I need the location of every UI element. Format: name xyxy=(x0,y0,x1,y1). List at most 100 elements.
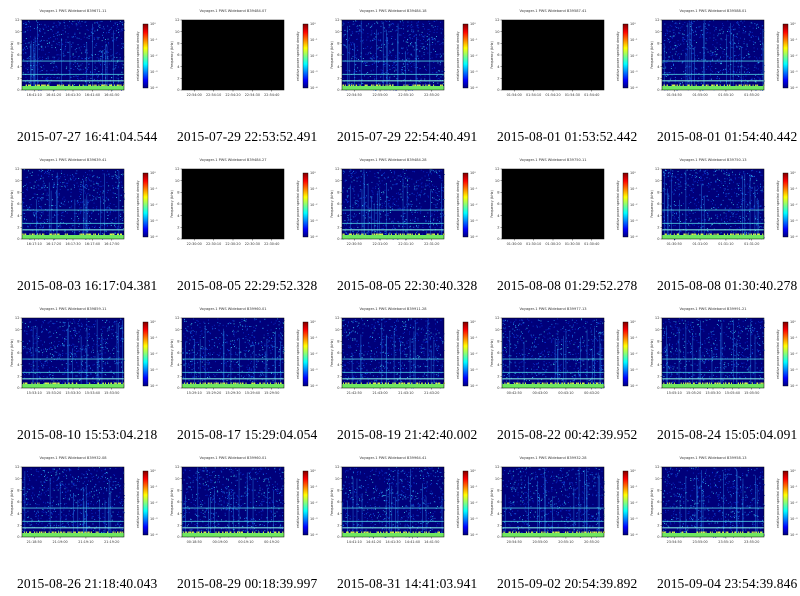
noise-speck xyxy=(429,169,431,171)
noise-speck xyxy=(53,77,55,78)
noise-speck xyxy=(33,193,35,195)
noise-speck xyxy=(401,69,403,70)
noise-speck xyxy=(728,30,730,32)
noise-speck xyxy=(115,30,117,32)
noise-speck xyxy=(111,77,112,78)
noise-speck xyxy=(39,56,41,58)
band-speck xyxy=(434,233,435,235)
noise-speck xyxy=(59,54,61,56)
noise-speck xyxy=(734,72,735,74)
noise-speck xyxy=(369,26,371,28)
noise-speck xyxy=(703,203,704,205)
noise-speck xyxy=(757,76,759,78)
noise-speck xyxy=(33,185,35,187)
noise-speck xyxy=(694,177,696,179)
noise-speck xyxy=(360,176,362,178)
noise-speck xyxy=(700,176,702,178)
noise-speck xyxy=(375,187,376,189)
noise-speck xyxy=(750,207,752,209)
noise-speck xyxy=(670,205,672,207)
spectrogram-svg: Voyager-1 PWS Wideband B39588.0102468101… xyxy=(650,9,798,97)
noise-speck xyxy=(347,201,349,203)
noise-speck xyxy=(108,173,110,175)
noise-speck xyxy=(380,221,382,223)
noise-speck xyxy=(391,172,392,173)
noise-speck xyxy=(398,226,400,228)
noise-speck xyxy=(409,226,411,228)
noise-speck xyxy=(734,221,736,222)
noise-speck xyxy=(683,76,685,78)
noise-speck xyxy=(434,230,436,232)
noise-speck xyxy=(761,189,763,191)
burst-line xyxy=(34,52,35,90)
noise-speck xyxy=(53,26,54,28)
burst-line xyxy=(48,182,50,239)
noise-speck xyxy=(757,59,759,61)
band-speck xyxy=(437,233,439,235)
noise-speck xyxy=(372,191,374,193)
noise-speck xyxy=(432,170,434,172)
noise-speck xyxy=(355,63,357,65)
noise-speck xyxy=(52,179,53,180)
noise-speck xyxy=(429,172,431,174)
noise-speck xyxy=(410,205,412,207)
noise-speck xyxy=(674,67,676,69)
noise-speck xyxy=(114,193,116,195)
noise-speck xyxy=(40,66,41,67)
noise-speck xyxy=(440,28,442,30)
noise-speck xyxy=(33,187,35,189)
noise-speck xyxy=(362,206,364,208)
band-speck xyxy=(82,84,84,86)
noise-speck xyxy=(53,22,55,24)
burst-line xyxy=(105,44,106,90)
noise-speck xyxy=(391,221,393,223)
noise-speck xyxy=(704,178,705,180)
noise-speck xyxy=(416,67,418,68)
noise-speck xyxy=(110,211,111,213)
band-speck xyxy=(88,84,90,86)
noise-speck xyxy=(117,178,118,180)
noise-speck xyxy=(421,35,423,37)
noise-speck xyxy=(698,180,699,181)
noise-speck xyxy=(423,52,425,54)
noise-speck xyxy=(357,67,359,69)
noise-speck xyxy=(87,202,89,204)
noise-speck xyxy=(404,226,406,227)
noise-speck xyxy=(720,56,721,58)
noise-speck xyxy=(413,64,415,66)
noise-speck xyxy=(30,187,32,189)
noise-speck xyxy=(408,58,410,60)
noise-speck xyxy=(48,83,50,85)
noise-speck xyxy=(701,29,703,31)
noise-speck xyxy=(441,70,443,72)
noise-speck xyxy=(65,68,67,70)
noise-speck xyxy=(403,79,405,81)
noise-speck xyxy=(100,56,102,57)
noise-speck xyxy=(26,188,28,190)
noise-speck xyxy=(365,53,367,55)
noise-speck xyxy=(74,62,76,64)
noise-speck xyxy=(689,173,691,175)
noise-speck xyxy=(41,186,43,188)
noise-speck xyxy=(84,178,86,179)
noise-speck xyxy=(90,35,92,36)
y-tick-label: 10 xyxy=(495,30,500,34)
burst-line xyxy=(685,52,687,90)
tone-line xyxy=(662,80,764,82)
noise-speck xyxy=(429,208,431,210)
noise-speck xyxy=(40,206,41,208)
noise-speck xyxy=(392,48,394,50)
noise-speck xyxy=(431,25,433,27)
noise-speck xyxy=(81,63,83,65)
noise-speck xyxy=(426,171,428,173)
noise-speck xyxy=(22,50,24,52)
noise-speck xyxy=(117,59,119,61)
noise-speck xyxy=(726,178,728,180)
noise-speck xyxy=(357,49,359,51)
band-speck xyxy=(381,233,383,235)
burst-line xyxy=(74,199,76,239)
noise-speck xyxy=(714,51,716,53)
noise-speck xyxy=(402,72,404,74)
noise-speck xyxy=(26,183,27,185)
noise-speck xyxy=(426,48,428,50)
